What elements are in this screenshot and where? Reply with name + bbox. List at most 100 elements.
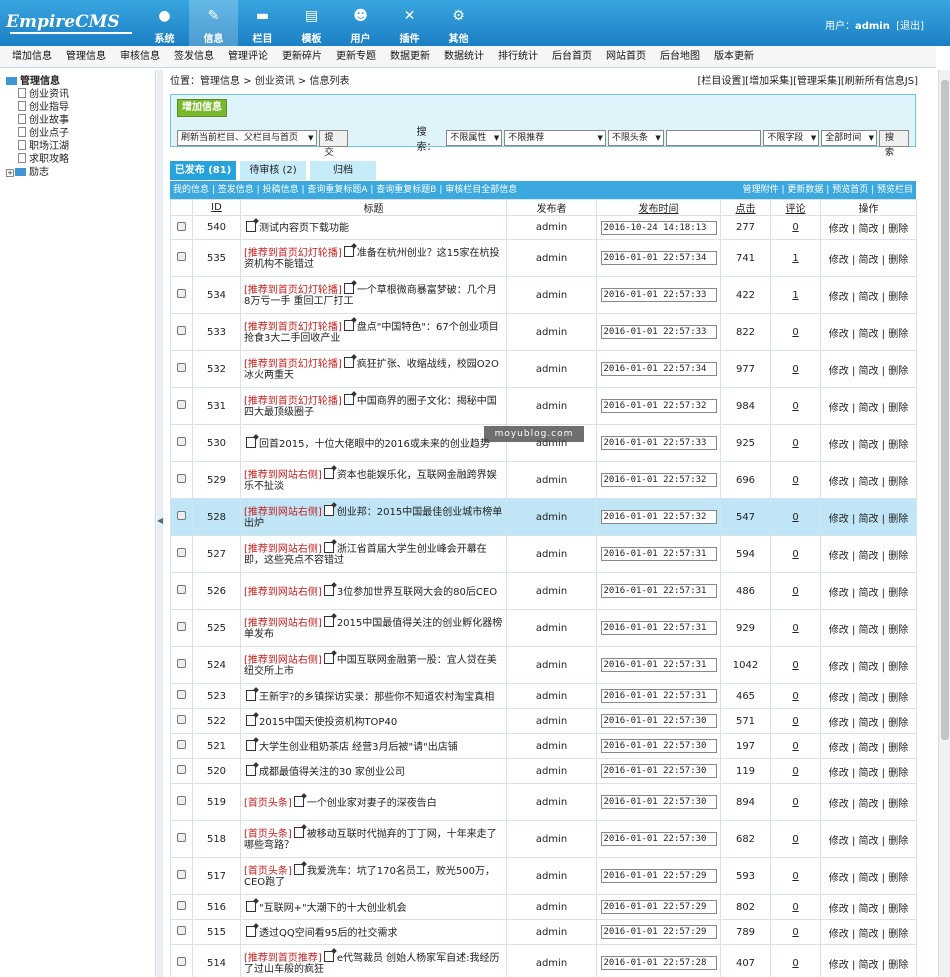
edit-doc-icon[interactable] [323,505,334,516]
edit-doc-icon[interactable] [293,864,304,875]
time-input[interactable]: 2016-01-01 22:57:31 [600,584,717,598]
time-input[interactable]: 2016-01-01 22:57:29 [600,900,717,914]
edit-link[interactable]: 修改 [829,662,849,673]
simple-edit-link[interactable]: 简改 [859,255,879,266]
row-checkbox[interactable] [177,252,186,261]
comment-link[interactable]: 0 [792,766,798,777]
time-input[interactable]: 2016-01-01 22:57:32 [600,510,717,524]
title-link[interactable]: 测试内容页下载功能 [259,223,349,234]
listbar-link[interactable]: 更新数据 [787,185,823,195]
nav-user[interactable]: ☻ 用户 [336,0,385,46]
recommend-filter-select[interactable]: 不限推荐 [504,130,606,146]
nav-tools[interactable]: ✕ 插件 [385,0,434,46]
comment-link[interactable]: 0 [792,438,798,449]
tree-item[interactable]: 职场江湖 [6,140,149,153]
nav-folder[interactable]: ▬ 栏目 [238,0,287,46]
time-input[interactable]: 2016-01-01 22:57:31 [600,621,717,635]
edit-link[interactable]: 修改 [829,329,849,340]
edit-link[interactable]: 修改 [829,960,849,971]
col-comment[interactable]: 评论 [786,204,806,215]
simple-edit-link[interactable]: 简改 [859,662,879,673]
delete-link[interactable]: 删除 [888,662,908,673]
empirecms-logo[interactable]: EmpireCMS [6,8,132,36]
row-checkbox[interactable] [177,870,186,879]
tree-item[interactable]: 求职攻略 [6,153,149,166]
headline-filter-select[interactable]: 不限头条 [607,130,664,146]
nav-gear[interactable]: ⚙ 其他 [434,0,483,46]
listbar-link[interactable]: 查询重复标题A [307,185,367,195]
delete-link[interactable]: 删除 [888,255,908,266]
title-link[interactable]: 透过QQ空间看95后的社交需求 [259,928,397,939]
row-checkbox[interactable] [177,363,186,372]
menu-item[interactable]: 网站首页 [606,46,646,67]
simple-edit-link[interactable]: 简改 [859,693,879,704]
edit-doc-icon[interactable] [246,739,256,751]
comment-link[interactable]: 0 [792,549,798,560]
simple-edit-link[interactable]: 简改 [859,329,879,340]
edit-doc-icon[interactable] [343,394,354,405]
row-checkbox[interactable] [177,221,186,231]
edit-doc-icon[interactable] [343,246,354,257]
comment-link[interactable]: 0 [792,871,798,882]
row-checkbox[interactable] [177,926,186,935]
edit-doc-icon[interactable] [323,584,334,596]
row-checkbox[interactable] [177,326,186,335]
simple-edit-link[interactable]: 简改 [859,873,879,884]
nav-document-edit[interactable]: ✎ 信息 [189,0,238,46]
simple-edit-link[interactable]: 简改 [859,224,879,235]
breadcrumb-link[interactable]: [栏目设置] [697,76,745,87]
delete-link[interactable]: 删除 [888,329,908,340]
title-link[interactable]: 王新宇?的乡镇探访实录：那些你不知道农村淘宝真相 [259,692,494,703]
simple-edit-link[interactable]: 简改 [859,929,879,940]
time-input[interactable]: 2016-01-01 22:57:30 [600,795,717,809]
edit-doc-icon[interactable] [323,468,334,479]
delete-link[interactable]: 删除 [888,588,908,599]
listbar-link[interactable]: 查询重复标题B [376,185,436,195]
edit-link[interactable]: 修改 [829,292,849,303]
time-input[interactable]: 2016-01-01 22:57:28 [600,956,717,970]
col-hits[interactable]: 点击 [736,204,756,215]
comment-link[interactable]: 0 [792,834,798,845]
comment-link[interactable]: 1 [792,290,798,301]
time-select[interactable]: 全部时间 [821,130,878,146]
time-input[interactable]: 2016-01-01 22:57:31 [600,658,717,672]
edit-link[interactable]: 修改 [829,625,849,636]
edit-doc-icon[interactable] [246,436,256,448]
menu-item[interactable]: 更新碎片 [282,46,322,67]
comment-link[interactable]: 0 [792,691,798,702]
edit-link[interactable]: 修改 [829,366,849,377]
delete-link[interactable]: 删除 [888,693,908,704]
row-checkbox[interactable] [177,511,186,520]
edit-doc-icon[interactable] [323,542,334,553]
submit-button[interactable]: 提交 [318,129,349,158]
comment-link[interactable]: 0 [792,623,798,634]
menu-item[interactable]: 签发信息 [174,46,214,67]
listbar-link[interactable]: 投稿信息 [263,185,299,195]
tab-2[interactable]: 归档 [310,161,376,180]
menu-item[interactable]: 数据统计 [444,46,484,67]
title-link[interactable]: "互联网+"大潮下的十大创业机会 [259,903,407,914]
edit-doc-icon[interactable] [323,653,334,664]
breadcrumb-link[interactable]: [增加采集] [745,76,793,87]
simple-edit-link[interactable]: 简改 [859,799,879,810]
edit-link[interactable]: 修改 [829,224,849,235]
listbar-link[interactable]: 预览首页 [832,185,868,195]
title-link[interactable]: 一个创业家对妻子的深夜告白 [307,798,437,809]
simple-edit-link[interactable]: 简改 [859,403,879,414]
edit-link[interactable]: 修改 [829,440,849,451]
field-select[interactable]: 不限字段 [763,130,820,146]
time-input[interactable]: 2016-01-01 22:57:33 [600,288,717,302]
edit-link[interactable]: 修改 [829,403,849,414]
page-scrollbar[interactable] [938,70,950,977]
comment-link[interactable]: 0 [792,660,798,671]
refresh-select[interactable]: 刷新当前栏目、父栏目与首页 [177,130,317,146]
edit-link[interactable]: 修改 [829,514,849,525]
delete-link[interactable]: 删除 [888,799,908,810]
row-checkbox[interactable] [177,400,186,409]
edit-link[interactable]: 修改 [829,799,849,810]
nav-window[interactable]: ▤ 模板 [287,0,336,46]
tree-item[interactable]: 创业故事 [6,114,149,127]
edit-link[interactable]: 修改 [829,255,849,266]
row-checkbox[interactable] [177,622,186,631]
comment-link[interactable]: 0 [792,586,798,597]
